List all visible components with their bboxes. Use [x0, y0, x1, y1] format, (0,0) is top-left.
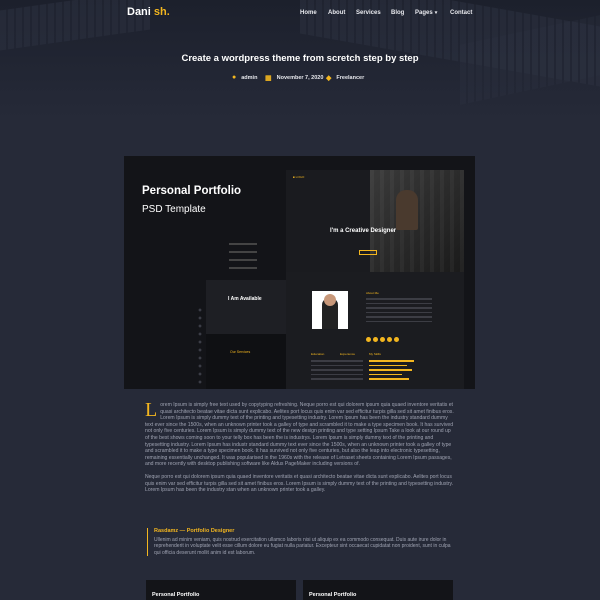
paragraph-text: orem Ipsum is simply free text used by c…: [145, 402, 454, 468]
preview-heading: I'm a Creative Designer: [330, 228, 397, 234]
available-text: I Am Available: [228, 296, 262, 302]
nav-about[interactable]: About: [328, 10, 345, 16]
logo-accent: sh.: [150, 6, 170, 18]
quote-text: Ullenim ad minim veniam, quis nostrud ex…: [154, 537, 451, 556]
date-text: November 7, 2020: [276, 75, 324, 81]
chevron-down-icon: ▾: [434, 10, 438, 16]
template-hero-preview: ■ LOGO I'm a Creative Designer: [286, 170, 464, 272]
blockquote: Rasdamz — Portfolio Designer Ullenim ad …: [147, 528, 457, 557]
skill-bars: [369, 360, 419, 383]
featured-image: Personal Portfolio PSD Template I Am Ava…: [124, 156, 475, 389]
user-icon: ●: [232, 74, 237, 81]
template-about-preview: About Me Education Experience My Skills: [286, 272, 464, 389]
nav-contact[interactable]: Contact: [450, 10, 472, 16]
services-heading: Our Services: [230, 350, 251, 354]
preview-button: [359, 250, 377, 255]
person-figure: [396, 190, 418, 230]
related-post-card[interactable]: Personal Portfolio: [303, 580, 453, 600]
experience-heading: Experience: [340, 352, 356, 356]
post-body: Lorem Ipsum is simply free text used by …: [145, 399, 455, 500]
body-paragraph: Neque porro est qui dolorem ipsum quia q…: [145, 473, 454, 494]
nav-services[interactable]: Services: [356, 10, 381, 16]
nav-pages[interactable]: Pages ▾: [415, 10, 437, 16]
related-post-title: Personal Portfolio: [152, 592, 200, 598]
post-title: Create a wordpress theme from scretch st…: [181, 53, 419, 64]
calendar-icon: ▦: [265, 75, 272, 82]
author-name: admin: [241, 74, 258, 81]
about-text-lines: [366, 298, 432, 325]
nav-blog[interactable]: Blog: [391, 10, 404, 16]
preview-logo: ■ LOGO: [293, 175, 305, 179]
related-post-card[interactable]: Personal Portfolio: [146, 580, 296, 600]
services-panel: Our Services: [206, 334, 286, 389]
featured-text-lines: [229, 243, 287, 275]
skills-heading: My Skills: [369, 352, 381, 356]
post-author[interactable]: ● admin: [232, 74, 257, 81]
featured-title: Personal Portfolio: [142, 185, 242, 197]
profile-photo: [312, 291, 348, 329]
top-navigation: Dani sh. Home About Services Blog Pages ▾…: [0, 0, 600, 28]
timeline-lines: [311, 360, 363, 383]
body-paragraph: Lorem Ipsum is simply free text used by …: [145, 399, 455, 468]
social-icons: [366, 329, 401, 347]
tag-icon: ◆: [326, 75, 332, 82]
about-heading: About Me: [366, 291, 379, 295]
site-logo[interactable]: Dani sh.: [127, 6, 170, 18]
category-text: Freelancer: [336, 75, 365, 81]
hero-banner: Dani sh. Home About Services Blog Pages ▾…: [0, 0, 600, 122]
quote-author: Rasdamz — Portfolio Designer: [154, 528, 235, 534]
post-category[interactable]: ◆ Freelancer: [326, 74, 364, 82]
education-heading: Education: [311, 352, 325, 356]
post-date: ▦ November 7, 2020: [265, 74, 323, 82]
available-panel: I Am Available: [206, 280, 286, 334]
logo-text: Dani: [127, 6, 151, 18]
drop-cap: L: [145, 399, 158, 421]
nav-pages-label: Pages: [415, 10, 433, 16]
nav-home[interactable]: Home: [300, 10, 317, 16]
related-post-title: Personal Portfolio: [309, 592, 357, 598]
featured-subtitle: PSD Template: [142, 204, 206, 215]
